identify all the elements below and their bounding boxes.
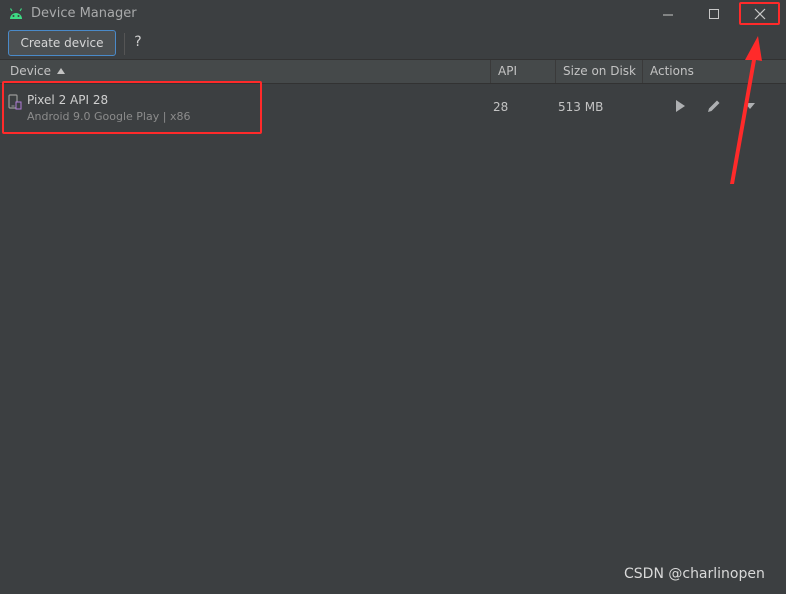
annotation-arrow-icon xyxy=(730,36,762,184)
watermark: CSDN @charlinopen xyxy=(624,566,765,582)
